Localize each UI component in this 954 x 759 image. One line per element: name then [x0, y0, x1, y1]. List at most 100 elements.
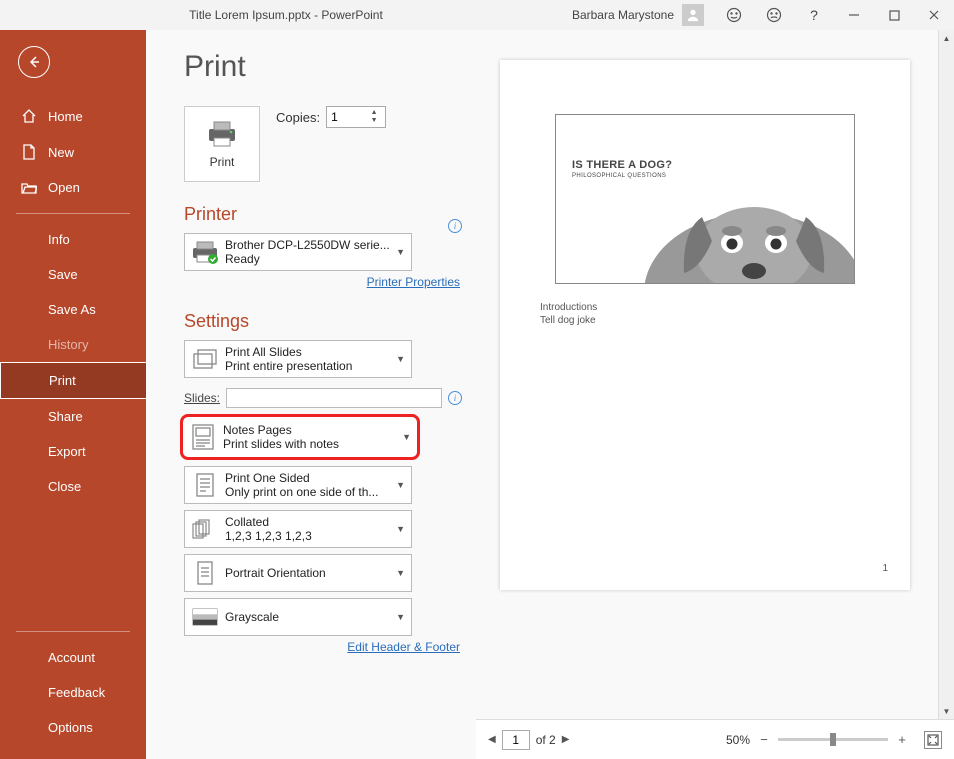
sidebar-item-label: Print — [49, 373, 76, 388]
sidebar-item-label: Options — [48, 720, 93, 735]
backstage-sidebar: Home New Open Info Save Save As History … — [0, 30, 146, 759]
dog-image — [624, 173, 854, 283]
slides-range-input[interactable] — [226, 388, 442, 408]
preview-vertical-scrollbar[interactable]: ▲ ▼ — [938, 30, 954, 719]
maximize-button[interactable] — [874, 0, 914, 30]
copies-decrement[interactable]: ▼ — [367, 117, 381, 125]
printer-status: Ready — [225, 252, 392, 266]
sidebar-item-feedback[interactable]: Feedback — [0, 675, 146, 710]
zoom-slider-thumb[interactable] — [830, 733, 836, 746]
chevron-down-icon: ▼ — [396, 480, 405, 490]
printer-icon — [205, 119, 239, 149]
next-page-button[interactable]: ▶ — [562, 734, 570, 745]
sidebar-item-label: Close — [48, 479, 81, 494]
print-layout-dropdown[interactable]: Notes Pages Print slides with notes ▼ — [180, 414, 420, 460]
sidebar-item-open[interactable]: Open — [0, 170, 146, 205]
sidebar-item-label: Export — [48, 444, 86, 459]
slides-label: Slides: — [184, 391, 220, 405]
close-button[interactable] — [914, 0, 954, 30]
user-avatar[interactable] — [682, 4, 704, 26]
dropdown-title: Collated — [225, 515, 392, 529]
collated-icon — [191, 518, 219, 540]
previous-page-button[interactable]: ◀ — [488, 734, 496, 745]
minimize-button[interactable] — [834, 0, 874, 30]
print-button[interactable]: Print — [184, 106, 260, 182]
settings-section-heading: Settings — [184, 311, 462, 332]
print-sides-dropdown[interactable]: Print One Sided Only print on one side o… — [184, 466, 412, 504]
minimize-icon — [848, 9, 860, 21]
sidebar-divider — [16, 631, 130, 632]
sidebar-item-share[interactable]: Share — [0, 399, 146, 434]
preview-page-number: 1 — [882, 563, 888, 574]
print-preview-column: IS THERE A DOG? PHILOSOPHICAL QUESTIONS — [476, 30, 954, 759]
scroll-down-button[interactable]: ▼ — [939, 703, 954, 719]
sidebar-item-label: New — [48, 145, 74, 160]
slides-stack-icon — [192, 348, 218, 370]
print-button-label: Print — [210, 155, 235, 169]
zoom-fit-button[interactable] — [924, 731, 942, 749]
sidebar-item-label: Share — [48, 409, 83, 424]
zoom-out-button[interactable]: − — [756, 732, 772, 748]
printer-info-button[interactable]: i — [448, 219, 462, 233]
copies-spinner[interactable]: ▲ ▼ — [326, 106, 386, 128]
dropdown-title: Print One Sided — [225, 471, 392, 485]
user-name-label: Barbara Marystone — [572, 8, 674, 22]
slide-title-text: IS THERE A DOG? — [572, 159, 672, 171]
collation-dropdown[interactable]: Collated 1,2,3 1,2,3 1,2,3 ▼ — [184, 510, 412, 548]
dropdown-subtitle: Print entire presentation — [225, 359, 392, 373]
page-count-label: of 2 — [536, 733, 556, 747]
sidebar-item-label: Open — [48, 180, 80, 195]
preview-slide-thumbnail: IS THERE A DOG? PHILOSOPHICAL QUESTIONS — [555, 114, 855, 284]
sidebar-item-save[interactable]: Save — [0, 257, 146, 292]
current-page-input[interactable] — [502, 730, 530, 750]
slides-info-button[interactable]: i — [448, 391, 462, 405]
zoom-controls: 50% − + — [726, 731, 942, 749]
sidebar-item-export[interactable]: Export — [0, 434, 146, 469]
preview-footer-bar: ◀ of 2 ▶ 50% − + — [476, 719, 954, 759]
notes-page-icon — [191, 423, 215, 451]
maximize-icon — [889, 10, 900, 21]
dropdown-subtitle: 1,2,3 1,2,3 1,2,3 — [225, 529, 392, 543]
dropdown-subtitle: Print slides with notes — [223, 437, 398, 451]
scroll-up-button[interactable]: ▲ — [939, 30, 954, 46]
sidebar-item-options[interactable]: Options — [0, 710, 146, 745]
sidebar-item-home[interactable]: Home — [0, 98, 146, 134]
printer-properties-link[interactable]: Printer Properties — [184, 275, 460, 289]
print-range-dropdown[interactable]: Print All Slides Print entire presentati… — [184, 340, 412, 378]
backstage-main: Print Print Copies: ▲ ▼ — [146, 30, 954, 759]
window-titlebar: Title Lorem Ipsum.pptx - PowerPoint Barb… — [0, 0, 954, 30]
back-button[interactable] — [18, 46, 50, 78]
feedback-smile-button[interactable] — [714, 0, 754, 30]
note-line: Introductions — [540, 302, 874, 313]
printer-dropdown[interactable]: Brother DCP-L2550DW serie... Ready ▼ — [184, 233, 412, 271]
sidebar-item-label: History — [48, 337, 88, 352]
help-button[interactable]: ? — [794, 0, 834, 30]
edit-header-footer-link[interactable]: Edit Header & Footer — [184, 640, 460, 654]
copies-increment[interactable]: ▲ — [367, 109, 381, 117]
smile-icon — [726, 7, 742, 23]
print-preview-scroll[interactable]: IS THERE A DOG? PHILOSOPHICAL QUESTIONS — [476, 30, 954, 719]
feedback-frown-button[interactable] — [754, 0, 794, 30]
sidebar-item-close[interactable]: Close — [0, 469, 146, 504]
zoom-percent-label: 50% — [726, 733, 750, 747]
sidebar-item-saveas[interactable]: Save As — [0, 292, 146, 327]
chevron-down-icon: ▼ — [396, 524, 405, 534]
sidebar-item-info[interactable]: Info — [0, 222, 146, 257]
chevron-down-icon: ▼ — [396, 247, 405, 257]
orientation-dropdown[interactable]: Portrait Orientation ▼ — [184, 554, 412, 592]
zoom-slider[interactable] — [778, 738, 888, 741]
sidebar-item-label: Feedback — [48, 685, 105, 700]
frown-icon — [766, 7, 782, 23]
grayscale-icon — [192, 608, 218, 626]
print-settings-column: Print Print Copies: ▲ ▼ — [146, 30, 476, 759]
zoom-in-button[interactable]: + — [894, 732, 910, 748]
sidebar-item-new[interactable]: New — [0, 134, 146, 170]
sidebar-item-label: Info — [48, 232, 70, 247]
page-title: Print — [184, 50, 462, 84]
color-dropdown[interactable]: Grayscale ▼ — [184, 598, 412, 636]
sidebar-item-print[interactable]: Print — [0, 362, 147, 399]
arrow-left-icon — [26, 54, 42, 70]
copies-input[interactable] — [327, 110, 367, 124]
sidebar-item-account[interactable]: Account — [0, 640, 146, 675]
sidebar-item-history[interactable]: History — [0, 327, 146, 362]
